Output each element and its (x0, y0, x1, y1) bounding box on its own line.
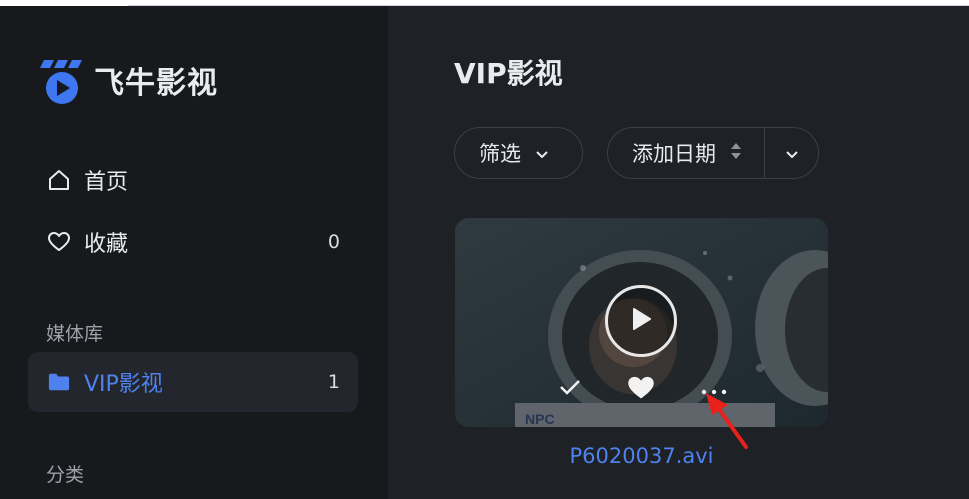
app-logo[interactable]: 飞牛影视 (40, 54, 218, 106)
mark-watched-button[interactable] (554, 375, 586, 403)
filter-label: 筛选 (479, 142, 521, 166)
sidebar-item-home[interactable]: 首页 (28, 151, 358, 209)
chevron-down-icon (535, 141, 549, 165)
sidebar-item-label: 收藏 (84, 232, 129, 257)
library-item-count: 1 (327, 371, 340, 393)
sidebar-item-label: 首页 (84, 170, 129, 195)
folder-icon (48, 371, 70, 393)
sidebar-item-favorites[interactable]: 收藏 0 (28, 213, 358, 271)
sidebar-item-vip-library[interactable]: VIP影视 1 (28, 352, 358, 412)
annotation-arrow-icon (702, 391, 752, 451)
sort-control: 添加日期 (607, 127, 819, 179)
sort-direction-dropdown[interactable] (765, 128, 818, 178)
sidebar: 飞牛影视 首页 收藏 0 媒体库 VIP影视 1 分类 (0, 6, 388, 499)
chevron-down-icon (785, 141, 799, 165)
sidebar-item-label: VIP影视 (84, 372, 163, 397)
filter-button[interactable]: 筛选 (454, 127, 583, 179)
page-title: VIP影视 (454, 57, 563, 90)
favorites-count: 0 (327, 231, 340, 253)
app-window: 飞牛影视 首页 收藏 0 媒体库 VIP影视 1 分类 VIP影视 筛选 添加日… (0, 6, 969, 499)
category-section-heading: 分类 (46, 464, 85, 486)
app-name: 飞牛影视 (94, 66, 218, 101)
play-icon (629, 306, 653, 336)
library-section-heading: 媒体库 (46, 323, 104, 345)
play-button[interactable] (605, 285, 677, 357)
media-card[interactable]: NPC (455, 218, 828, 427)
favorite-button[interactable] (625, 375, 657, 403)
media-title-link[interactable]: P6020037.avi (455, 444, 828, 468)
sort-arrows-icon (730, 140, 742, 167)
heart-outline-icon (48, 231, 70, 253)
home-icon (48, 169, 70, 191)
sort-label: 添加日期 (632, 142, 716, 166)
heart-icon (627, 374, 655, 404)
app-logo-icon (40, 54, 84, 106)
main-content: VIP影视 筛选 添加日期 NPC P6020037.avi (388, 6, 969, 499)
sort-field-button[interactable]: 添加日期 (608, 128, 765, 178)
check-icon (559, 378, 581, 400)
